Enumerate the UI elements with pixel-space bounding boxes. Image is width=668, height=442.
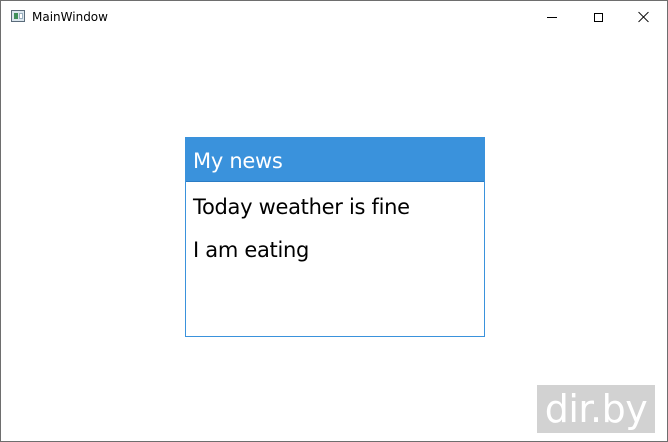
watermark-text: dir.by xyxy=(544,387,648,431)
news-item: Today weather is fine xyxy=(193,195,410,219)
title-bar[interactable]: MainWindow xyxy=(1,1,667,33)
news-item: I am eating xyxy=(193,238,310,262)
window-title: MainWindow xyxy=(32,10,108,24)
close-button[interactable] xyxy=(621,1,667,33)
main-window: MainWindow My news Today weather is fine… xyxy=(0,0,668,442)
news-header: My news xyxy=(186,138,484,182)
maximize-button[interactable] xyxy=(575,1,621,33)
watermark: dir.by xyxy=(537,385,655,433)
news-header-title: My news xyxy=(193,149,283,173)
minimize-button[interactable] xyxy=(529,1,575,33)
news-panel: My news Today weather is fine I am eatin… xyxy=(185,137,485,337)
close-icon xyxy=(638,11,650,23)
minimize-icon xyxy=(547,16,557,18)
maximize-icon xyxy=(593,12,603,22)
app-window-icon[interactable] xyxy=(11,10,25,22)
